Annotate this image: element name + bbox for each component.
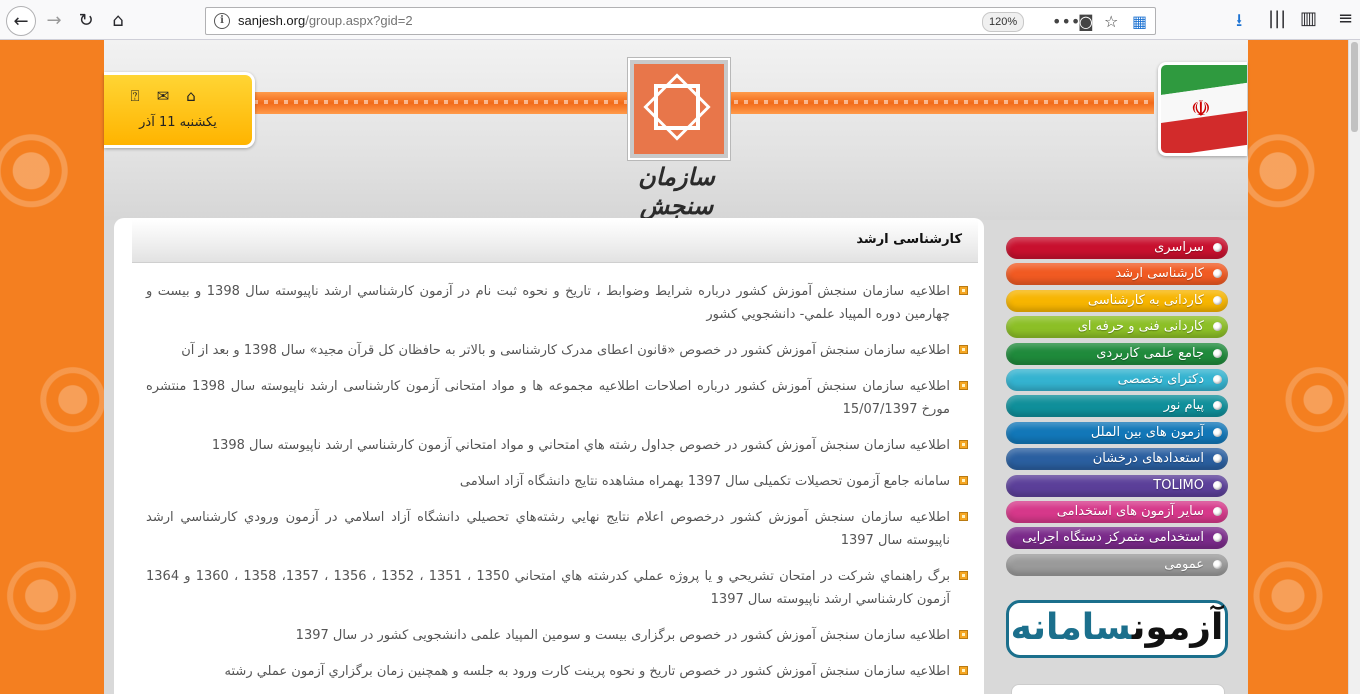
site-container: سازمان سنجش آموزش کشور ⍰ ✉ ⌂ یکشنبه 11 آ… xyxy=(104,40,1248,694)
menu-bullet-icon xyxy=(1213,454,1222,464)
menu-bullet-icon xyxy=(1213,506,1222,516)
news-item[interactable]: اطلاعیه سازمان سنجش آموزش کشور در خصوص «… xyxy=(146,339,968,362)
news-item[interactable]: اطلاعيه سازمان سنجش آموزش کشور درباره شر… xyxy=(146,280,968,326)
site-logo[interactable] xyxy=(630,60,728,158)
menu-item-sarasari[interactable]: سراسری xyxy=(1006,237,1228,259)
news-item[interactable]: اطلاعیه سازمان سنجش آموزش کشور درباره اص… xyxy=(146,375,968,421)
content-panel: کارشناسی ارشد اطلاعيه سازمان سنجش آموزش … xyxy=(114,218,984,694)
menu-bullet-icon xyxy=(1213,533,1222,543)
menu-bullet-icon xyxy=(1213,243,1222,252)
emblem-icon: ☫ xyxy=(1191,97,1211,122)
scroll-thumb[interactable] xyxy=(1351,42,1358,132)
right-ornament xyxy=(1248,40,1348,694)
iran-flag: ☫ xyxy=(1158,62,1247,156)
menu-item-general[interactable]: عمومی xyxy=(1006,553,1228,576)
news-item[interactable]: اطلاعیه سازمان سنجش آموزش کشور در خصوص ب… xyxy=(146,624,968,647)
news-list: اطلاعيه سازمان سنجش آموزش کشور درباره شر… xyxy=(146,280,968,694)
news-item[interactable]: سامانه جامع آزمون تحصیلات تکمیلی سال 139… xyxy=(146,470,968,493)
menu-item-kardani-be-karshenasi[interactable]: کاردانی به کارشناسی xyxy=(1006,289,1228,312)
reload-icon[interactable]: ↻ xyxy=(72,6,100,34)
samaneh-banner[interactable]: آزمونسامانه xyxy=(1006,600,1228,658)
help-icon[interactable]: ⍰ xyxy=(126,87,144,105)
sidebar-icon[interactable]: ▥ xyxy=(1300,8,1317,29)
bullet-icon xyxy=(959,381,968,390)
menu-item-tolimo[interactable]: TOLIMO xyxy=(1006,474,1228,497)
scrollbar[interactable] xyxy=(1348,40,1360,694)
info-icon[interactable]: i xyxy=(214,13,230,29)
news-item[interactable]: برگ راهنماي شرکت در امتحان تشريحي و يا پ… xyxy=(146,565,968,611)
windows-icon[interactable]: ▦ xyxy=(1132,12,1147,31)
bottom-box xyxy=(1011,684,1225,694)
bookmark-star-icon[interactable]: ☆ xyxy=(1104,12,1118,31)
menu-item-arshad[interactable]: کارشناسی ارشد xyxy=(1006,263,1228,286)
mail-icon[interactable]: ✉ xyxy=(154,87,172,105)
bullet-icon xyxy=(959,476,968,485)
menu-icon[interactable]: ≡ xyxy=(1338,8,1353,29)
menu-item-international[interactable]: آزمون های بین الملل xyxy=(1006,421,1228,444)
address-bar[interactable]: i sanjesh.org/group.aspx?gid=2 120% ••• … xyxy=(205,7,1156,35)
bullet-icon xyxy=(959,512,968,521)
url-text[interactable]: sanjesh.org/group.aspx?gid=2 xyxy=(238,13,413,28)
menu-bullet-icon xyxy=(1213,348,1222,358)
bullet-icon xyxy=(959,571,968,580)
news-item[interactable]: اطلاعيه سازمان سنجش آموزش كشور در خصوص ت… xyxy=(146,660,968,683)
menu-bullet-icon xyxy=(1213,559,1222,569)
bullet-icon xyxy=(959,286,968,295)
site-header: سازمان سنجش آموزش کشور ⍰ ✉ ⌂ یکشنبه 11 آ… xyxy=(104,40,1248,249)
forward-arrow-icon[interactable]: → xyxy=(40,6,68,34)
zoom-indicator[interactable]: 120% xyxy=(982,12,1025,32)
menu-bullet-icon xyxy=(1213,374,1222,384)
home-icon[interactable]: ⌂ xyxy=(182,87,200,105)
menu-bullet-icon xyxy=(1213,269,1222,279)
page-actions-icon[interactable]: ••• xyxy=(1052,12,1080,31)
bullet-icon xyxy=(959,345,968,354)
menu-bullet-icon xyxy=(1213,295,1222,305)
menu-item-talents[interactable]: استعدادهای درخشان xyxy=(1006,448,1228,471)
menu-item-doctora[interactable]: دکترای تخصصی xyxy=(1006,368,1228,391)
menu-item-employment[interactable]: سایر آزمون های استخدامی xyxy=(1006,500,1228,523)
browser-toolbar: ← → ↻ ⌂ i sanjesh.org/group.aspx?gid=2 1… xyxy=(0,0,1360,40)
menu-item-kardani-fani[interactable]: کاردانی فنی و حرفه ای xyxy=(1006,316,1228,339)
content-title-bar: کارشناسی ارشد xyxy=(132,220,978,263)
left-ornament xyxy=(0,40,104,694)
pocket-icon[interactable]: ◙ xyxy=(1078,12,1094,31)
category-menu: سراسری کارشناسی ارشد کاردانی به کارشناسی… xyxy=(1006,237,1228,580)
menu-item-payam-noor[interactable]: پیام نور xyxy=(1006,395,1228,418)
current-date: یکشنبه 11 آذر xyxy=(139,115,217,130)
menu-item-centralized-employment[interactable]: استخدامی متمرکز دستگاه اجرایی xyxy=(1006,527,1228,550)
menu-bullet-icon xyxy=(1213,322,1222,332)
news-item[interactable]: اطلاعيه سازمان سنجش آموزش كشور درخصوص اع… xyxy=(146,506,968,552)
menu-item-jame-elmi[interactable]: جامع علمی کاربردی xyxy=(1006,342,1228,365)
back-arrow-icon[interactable]: ← xyxy=(6,6,36,36)
menu-bullet-icon xyxy=(1213,427,1222,437)
news-item[interactable]: اطلاعيه سازمان سنجش آموزش كشور در خصوص ج… xyxy=(146,434,968,457)
download-icon[interactable]: ⭳ xyxy=(1236,8,1242,38)
home-icon[interactable]: ⌂ xyxy=(104,6,132,34)
logo-square xyxy=(654,84,700,130)
bullet-icon xyxy=(959,440,968,449)
menu-bullet-icon xyxy=(1213,480,1222,490)
date-box: ⍰ ✉ ⌂ یکشنبه 11 آذر xyxy=(104,72,255,148)
page: سازمان سنجش آموزش کشور ⍰ ✉ ⌂ یکشنبه 11 آ… xyxy=(0,40,1360,694)
menu-bullet-icon xyxy=(1213,401,1222,411)
library-icon[interactable]: ||| xyxy=(1268,8,1286,29)
bullet-icon xyxy=(959,666,968,675)
bullet-icon xyxy=(959,630,968,639)
content-title: کارشناسی ارشد xyxy=(856,232,962,247)
